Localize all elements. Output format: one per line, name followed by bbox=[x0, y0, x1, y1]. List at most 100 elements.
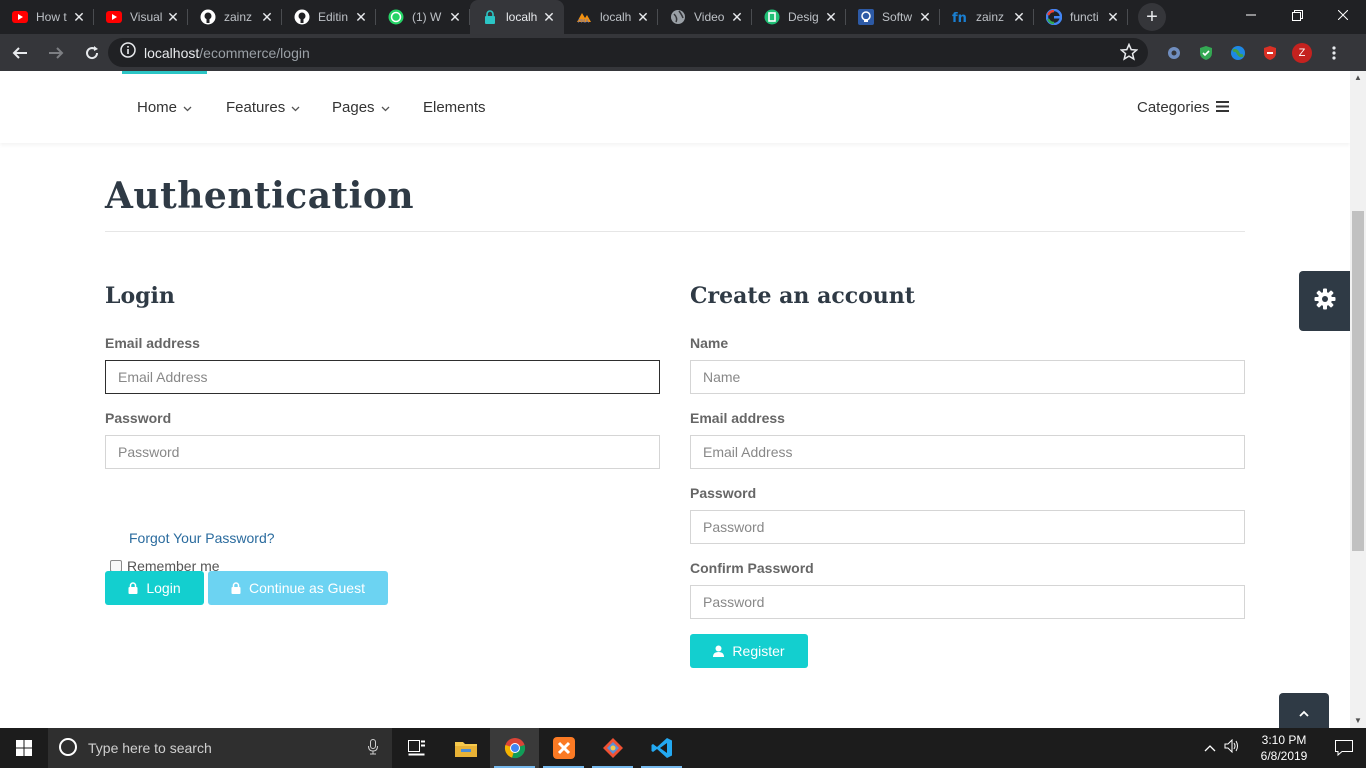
scroll-to-top-button[interactable] bbox=[1279, 693, 1329, 728]
reload-icon[interactable] bbox=[76, 37, 108, 69]
page-scrollbar[interactable]: ▲ ▼ bbox=[1350, 71, 1366, 728]
minimize-icon[interactable] bbox=[1228, 0, 1274, 30]
lock-icon bbox=[128, 582, 138, 594]
info-icon[interactable] bbox=[120, 42, 136, 63]
close-tab-icon[interactable]: ✕ bbox=[636, 10, 650, 24]
browser-tab[interactable]: fn zainz ✕ bbox=[940, 0, 1034, 34]
close-tab-icon[interactable]: ✕ bbox=[72, 10, 86, 24]
new-tab-button[interactable]: + bbox=[1138, 3, 1166, 31]
youtube-icon bbox=[106, 9, 122, 25]
speaker-icon[interactable] bbox=[1224, 738, 1240, 758]
browser-tab[interactable]: zainz ✕ bbox=[188, 0, 282, 34]
close-tab-icon[interactable]: ✕ bbox=[824, 10, 838, 24]
continue-as-guest-button[interactable]: Continue as Guest bbox=[208, 571, 388, 605]
close-tab-icon[interactable]: ✕ bbox=[354, 10, 368, 24]
login-email-input[interactable] bbox=[105, 360, 660, 394]
phpmyadmin-icon: PMA bbox=[576, 9, 592, 25]
design-icon bbox=[764, 9, 780, 25]
windows-start-icon[interactable] bbox=[0, 728, 48, 768]
nav-home[interactable]: Home bbox=[137, 99, 192, 116]
close-tab-icon[interactable]: ✕ bbox=[1012, 10, 1026, 24]
browser-tab[interactable]: Editin ✕ bbox=[282, 0, 376, 34]
register-confirm-password-input[interactable] bbox=[690, 585, 1245, 619]
task-view-icon[interactable] bbox=[392, 728, 441, 768]
close-tab-icon[interactable]: ✕ bbox=[918, 10, 932, 24]
register-button[interactable]: Register bbox=[690, 634, 808, 668]
close-tab-icon[interactable]: ✕ bbox=[730, 10, 744, 24]
lock-icon bbox=[482, 9, 498, 25]
browser-tab-active[interactable]: localh ✕ bbox=[470, 0, 564, 34]
clock-date: 6/8/2019 bbox=[1260, 749, 1308, 763]
browser-tab[interactable]: functi ✕ bbox=[1034, 0, 1128, 34]
file-explorer-icon[interactable] bbox=[441, 728, 490, 768]
vscode-icon[interactable] bbox=[637, 728, 686, 768]
close-window-icon[interactable] bbox=[1320, 0, 1366, 30]
forward-icon[interactable] bbox=[40, 37, 72, 69]
nav-features-label: Features bbox=[226, 99, 286, 116]
fiverr-icon: fn bbox=[952, 9, 968, 25]
extension-puzzle-icon[interactable] bbox=[1158, 38, 1190, 67]
nav-elements[interactable]: Elements bbox=[423, 99, 486, 116]
login-button-label: Login bbox=[146, 580, 181, 596]
browser-tab[interactable]: (1) W ✕ bbox=[376, 0, 470, 34]
login-button[interactable]: Login bbox=[105, 571, 204, 605]
browser-tab[interactable]: Video ✕ bbox=[658, 0, 752, 34]
git-kraken-icon[interactable] bbox=[588, 728, 637, 768]
software-icon bbox=[858, 9, 874, 25]
close-tab-icon[interactable]: ✕ bbox=[166, 10, 180, 24]
globe-icon bbox=[670, 9, 686, 25]
shield-icon[interactable] bbox=[1190, 38, 1222, 67]
microphone-icon[interactable] bbox=[368, 739, 378, 758]
tab-title: Editin bbox=[318, 10, 349, 24]
settings-panel-toggle[interactable] bbox=[1299, 271, 1350, 331]
tab-title: zainz bbox=[976, 10, 1005, 24]
back-icon[interactable] bbox=[4, 37, 36, 69]
close-tab-icon[interactable]: ✕ bbox=[542, 10, 556, 24]
chevron-up-icon bbox=[1299, 704, 1309, 722]
close-tab-icon[interactable]: ✕ bbox=[260, 10, 274, 24]
tab-title: localh bbox=[506, 10, 538, 24]
tab-title: functi bbox=[1070, 10, 1099, 24]
nav-features[interactable]: Features bbox=[226, 99, 300, 116]
nav-categories-label: Categories bbox=[1137, 99, 1210, 116]
xampp-icon[interactable] bbox=[539, 728, 588, 768]
chevron-up-icon[interactable] bbox=[1204, 739, 1216, 757]
browser-tab[interactable]: Softw ✕ bbox=[846, 0, 940, 34]
register-password-label: Password bbox=[690, 485, 757, 501]
bookmark-star-icon[interactable] bbox=[1119, 42, 1139, 66]
close-tab-icon[interactable]: ✕ bbox=[1106, 10, 1120, 24]
restore-icon[interactable] bbox=[1274, 0, 1320, 30]
web-page: Home Features Pages Elements Categories … bbox=[0, 71, 1350, 728]
taskbar-search-box[interactable]: Type here to search bbox=[48, 728, 392, 768]
taskbar-clock[interactable]: 3:10 PM 6/8/2019 bbox=[1246, 732, 1322, 764]
chrome-taskbar-icon[interactable] bbox=[490, 728, 539, 768]
profile-avatar[interactable]: Z bbox=[1286, 38, 1318, 67]
cortana-circle-icon bbox=[58, 737, 78, 760]
svg-text:fn: fn bbox=[952, 11, 967, 24]
nav-categories[interactable]: Categories bbox=[1137, 99, 1229, 116]
register-email-input[interactable] bbox=[690, 435, 1245, 469]
action-center-icon[interactable] bbox=[1322, 740, 1366, 756]
browser-tab[interactable]: PMA localh ✕ bbox=[564, 0, 658, 34]
chrome-menu-icon[interactable] bbox=[1318, 38, 1350, 67]
profile-initial: Z bbox=[1292, 42, 1312, 63]
scrollbar-thumb[interactable] bbox=[1352, 211, 1364, 551]
browser-tab[interactable]: Desig ✕ bbox=[752, 0, 846, 34]
address-bar[interactable]: localhost/ecommerce/login bbox=[108, 38, 1148, 67]
hamburger-menu-icon bbox=[1215, 99, 1229, 116]
close-tab-icon[interactable]: ✕ bbox=[448, 10, 462, 24]
register-name-input[interactable] bbox=[690, 360, 1245, 394]
nav-pages[interactable]: Pages bbox=[332, 99, 390, 116]
adblock-icon[interactable] bbox=[1254, 38, 1286, 67]
url-text: localhost/ecommerce/login bbox=[144, 45, 310, 61]
scroll-up-arrow-icon[interactable]: ▲ bbox=[1350, 71, 1366, 85]
register-name-label: Name bbox=[690, 335, 729, 351]
globe-extension-icon[interactable] bbox=[1222, 38, 1254, 67]
login-password-input[interactable] bbox=[105, 435, 660, 469]
register-heading: Create an account bbox=[690, 283, 915, 309]
forgot-password-link[interactable]: Forgot Your Password? bbox=[129, 530, 275, 546]
browser-tab[interactable]: How t ✕ bbox=[0, 0, 94, 34]
register-password-input[interactable] bbox=[690, 510, 1245, 544]
browser-tab[interactable]: Visual ✕ bbox=[94, 0, 188, 34]
scroll-down-arrow-icon[interactable]: ▼ bbox=[1350, 714, 1366, 728]
